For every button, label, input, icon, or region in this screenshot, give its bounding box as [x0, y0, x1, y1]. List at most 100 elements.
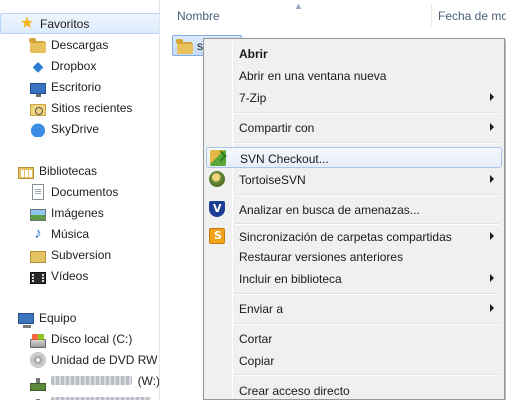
nav-label: Subversion — [51, 247, 112, 262]
menu-item-include-in-library[interactable]: Incluir en biblioteca — [206, 268, 502, 289]
nav-item-skydrive[interactable]: SkyDrive — [0, 118, 159, 139]
nav-item-network-drive-2[interactable] — [0, 391, 159, 400]
menu-separator — [235, 223, 499, 225]
menu-item-label: Copiar — [239, 354, 275, 368]
nav-label: Sitios recientes — [51, 100, 133, 115]
nav-item-descargas[interactable]: Descargas — [0, 34, 159, 55]
tortoisesvn-icon — [209, 171, 225, 187]
computer-icon — [18, 313, 34, 328]
menu-item-label: Abrir — [239, 47, 268, 61]
nav-label: SkyDrive — [51, 121, 100, 136]
menu-item-copy[interactable]: Copiar — [206, 350, 502, 371]
nav-label: (W:) — [137, 373, 160, 388]
music-icon: ♪ — [34, 224, 42, 242]
nav-label: Bibliotecas — [39, 163, 98, 178]
nav-item-local-disk[interactable]: Disco local (C:) — [0, 328, 159, 349]
dvd-drive-icon — [30, 351, 46, 368]
column-header-row: ▲ Nombre Fecha de mo — [161, 0, 506, 30]
svn-checkout-icon — [210, 150, 226, 166]
skydrive-icon — [30, 120, 46, 137]
documents-icon — [32, 183, 44, 200]
menu-separator — [235, 323, 499, 325]
folder-icon — [30, 250, 46, 263]
submenu-arrow-icon — [490, 304, 494, 312]
local-disk-icon — [30, 334, 46, 348]
libraries-icon — [18, 166, 34, 179]
nav-item-imagenes[interactable]: Imágenes — [0, 202, 159, 223]
menu-item-label: Compartir con — [239, 121, 315, 135]
column-divider[interactable] — [431, 4, 432, 26]
pictures-icon — [30, 208, 46, 221]
menu-separator — [235, 374, 499, 376]
nav-item-sitios-recientes[interactable]: Sitios recientes — [0, 97, 159, 118]
nav-item-documentos[interactable]: Documentos — [0, 181, 159, 202]
sort-ascending-icon: ▲ — [294, 1, 303, 11]
submenu-arrow-icon — [490, 123, 494, 131]
videos-icon — [30, 271, 46, 284]
nav-label: Vídeos — [51, 268, 89, 283]
nav-label: Escritorio — [51, 79, 102, 94]
nav-item-videos[interactable]: Vídeos — [0, 265, 159, 286]
nav-favorites-header[interactable]: ★ Favoritos — [0, 13, 159, 34]
menu-item-label: Analizar en busca de amenazas... — [239, 203, 420, 217]
menu-item-create-shortcut[interactable]: Crear acceso directo — [206, 380, 502, 400]
desktop-icon — [30, 83, 46, 97]
menu-item-svn-checkout[interactable]: SVN Checkout... — [206, 147, 502, 168]
menu-item-label: Abrir en una ventana nueva — [239, 69, 387, 83]
menu-item-scan-threats[interactable]: Analizar en busca de amenazas... — [206, 199, 502, 220]
menu-item-label: Restaurar versiones anteriores — [239, 250, 404, 264]
menu-item-label: Incluir en biblioteca — [239, 272, 342, 286]
menu-item-send-to[interactable]: Enviar a — [206, 298, 502, 319]
recent-places-icon — [30, 103, 46, 116]
menu-item-label: TortoiseSVN — [239, 173, 306, 187]
nav-label: Descargas — [51, 37, 109, 52]
nav-label: Disco local (C:) — [51, 331, 133, 346]
context-menu: Abrir Abrir en una ventana nueva 7-Zip C… — [203, 38, 505, 400]
nav-item-subversion[interactable]: Subversion — [0, 244, 159, 265]
menu-item-sync-shared-folders[interactable]: Sincronización de carpetas compartidas — [206, 226, 502, 247]
downloads-folder-icon — [29, 37, 46, 53]
column-header-date[interactable]: Fecha de mo — [438, 9, 506, 23]
nav-label: Equipo — [39, 310, 77, 325]
menu-item-cut[interactable]: Cortar — [206, 328, 502, 349]
nav-item-escritorio[interactable]: Escritorio — [0, 76, 159, 97]
menu-item-label: 7-Zip — [239, 91, 267, 105]
menu-item-restore-previous-versions[interactable]: Restaurar versiones anteriores — [206, 246, 502, 267]
menu-item-tortoisesvn[interactable]: TortoiseSVN — [206, 169, 502, 190]
menu-separator — [235, 112, 499, 114]
nav-item-dvd-drive[interactable]: Unidad de DVD RW ( — [0, 349, 160, 370]
menu-item-7zip[interactable]: 7-Zip — [206, 87, 502, 108]
folder-icon — [176, 38, 193, 54]
nav-label: Imágenes — [51, 205, 104, 220]
network-drive-icon — [30, 377, 46, 391]
menu-separator — [235, 293, 499, 295]
sync-folders-icon — [209, 228, 225, 244]
menu-item-label: Cortar — [239, 332, 273, 346]
obscured-text — [51, 376, 132, 385]
menu-separator — [235, 142, 499, 144]
nav-libraries-header[interactable]: Bibliotecas — [0, 160, 159, 181]
star-icon: ★ — [19, 14, 35, 32]
nav-label: Documentos — [51, 184, 119, 199]
nav-item-musica[interactable]: ♪ Música — [0, 223, 159, 244]
submenu-arrow-icon — [490, 93, 494, 101]
menu-separator — [235, 194, 499, 196]
nav-item-network-drive-w[interactable]: (W:) — [0, 370, 160, 391]
nav-item-dropbox[interactable]: ◆ Dropbox — [0, 55, 159, 76]
nav-label: Favoritos — [40, 16, 90, 31]
menu-item-open[interactable]: Abrir — [206, 43, 502, 64]
menu-item-label: SVN Checkout... — [240, 152, 329, 166]
nav-computer-header[interactable]: Equipo — [0, 307, 159, 328]
nav-label: Unidad de DVD RW ( — [51, 352, 160, 367]
submenu-arrow-icon — [490, 232, 494, 240]
navigation-pane: ★ Favoritos Descargas ◆ Dropbox Escritor… — [0, 0, 160, 400]
menu-item-label: Sincronización de carpetas compartidas — [239, 230, 452, 244]
nav-label: Dropbox — [51, 58, 97, 73]
column-header-name[interactable]: Nombre — [177, 9, 220, 23]
nav-label: Música — [51, 226, 90, 241]
menu-item-label: Crear acceso directo — [239, 384, 350, 398]
menu-item-open-new-window[interactable]: Abrir en una ventana nueva — [206, 65, 502, 86]
antivirus-shield-icon — [209, 201, 225, 217]
submenu-arrow-icon — [490, 175, 494, 183]
menu-item-share-with[interactable]: Compartir con — [206, 117, 502, 138]
